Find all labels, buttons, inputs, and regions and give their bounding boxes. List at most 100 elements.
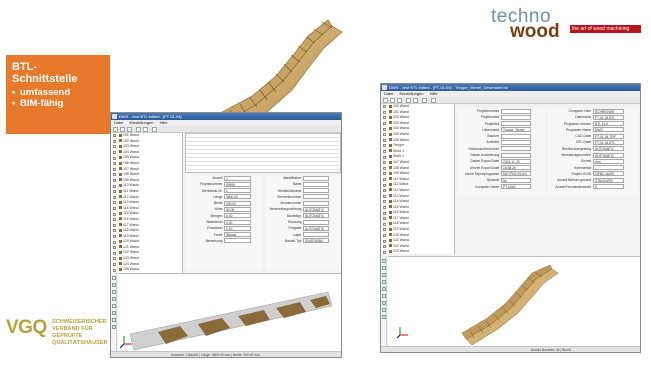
menu-hilfe[interactable]: Hilfe <box>430 91 438 96</box>
menu-datei[interactable]: Datei <box>384 91 393 96</box>
expand-toggle-icon[interactable] <box>113 195 116 199</box>
property-value-field[interactable]: AUTOMATIC <box>593 152 625 158</box>
property-value-field[interactable] <box>224 238 251 244</box>
expand-toggle-icon[interactable] <box>113 268 116 272</box>
expand-toggle-icon[interactable] <box>383 144 386 148</box>
expand-toggle-icon[interactable] <box>113 190 116 194</box>
property-value-field[interactable] <box>501 152 531 158</box>
property-value-field[interactable] <box>303 188 329 194</box>
copy-icon[interactable] <box>413 98 418 103</box>
property-value-field[interactable]: AUTOMATIC <box>303 213 329 219</box>
expand-toggle-icon[interactable] <box>113 184 116 188</box>
expand-toggle-icon[interactable] <box>113 145 116 149</box>
expand-toggle-icon[interactable] <box>383 133 386 137</box>
view-tool-icon[interactable] <box>112 304 116 308</box>
expand-toggle-icon[interactable] <box>383 239 386 243</box>
property-value-field[interactable] <box>593 165 625 171</box>
copy-icon[interactable] <box>143 127 148 132</box>
expand-toggle-icon[interactable] <box>383 250 386 254</box>
expand-toggle-icon[interactable] <box>113 212 116 216</box>
expand-toggle-icon[interactable] <box>383 172 386 176</box>
menu-einstellungen[interactable]: Einstellungen <box>129 120 153 125</box>
settings-icon[interactable] <box>422 98 427 103</box>
property-value-field[interactable] <box>303 181 329 187</box>
property-value-field[interactable]: 0.00 <box>224 225 251 231</box>
property-value-field[interactable]: 0.00 <box>224 213 251 219</box>
view-tool-icon[interactable] <box>112 283 116 287</box>
property-value-field[interactable]: PT-0040 <box>501 184 531 190</box>
property-value-field[interactable]: 1 <box>224 188 251 194</box>
property-value-field[interactable]: 2015-11-30 <box>501 158 531 164</box>
expand-toggle-icon[interactable] <box>113 218 116 222</box>
expand-toggle-icon[interactable] <box>113 167 116 171</box>
expand-toggle-icon[interactable] <box>383 155 386 159</box>
property-value-field[interactable] <box>501 139 531 145</box>
property-value-field[interactable]: 00694 <box>224 181 251 187</box>
view-tool-icon[interactable] <box>382 266 386 270</box>
property-value-field[interactable]: 1 <box>224 175 251 181</box>
property-value-field[interactable] <box>501 114 531 120</box>
expand-toggle-icon[interactable] <box>113 234 116 238</box>
expand-toggle-icon[interactable] <box>383 178 386 182</box>
property-value-field[interactable]: BTL 10.0 <box>593 121 625 127</box>
right-3d-viewport[interactable] <box>388 256 640 346</box>
property-value-field[interactable]: 50.00 <box>224 206 251 212</box>
view-tool-icon[interactable] <box>112 276 116 280</box>
expand-toggle-icon[interactable] <box>113 240 116 244</box>
property-value-field[interactable] <box>501 108 531 114</box>
expand-toggle-icon[interactable] <box>113 173 116 177</box>
property-value-field[interactable]: mm <box>593 158 625 164</box>
expand-toggle-icon[interactable] <box>383 200 386 204</box>
property-value-field[interactable]: STANDARD <box>593 177 625 183</box>
save-icon[interactable] <box>120 127 125 132</box>
property-value-field[interactable]: AUTOMATIC <box>593 146 625 152</box>
print-icon[interactable] <box>397 98 402 103</box>
property-value-field[interactable]: DWS <box>593 127 625 133</box>
property-value-field[interactable]: de <box>501 177 531 183</box>
property-value-field[interactable]: {3FB0-4A2E} <box>593 171 625 177</box>
expand-toggle-icon[interactable] <box>113 223 116 227</box>
expand-toggle-icon[interactable] <box>383 233 386 237</box>
expand-toggle-icon[interactable] <box>113 156 116 160</box>
expand-toggle-icon[interactable] <box>383 222 386 226</box>
property-value-field[interactable]: FT-01-04.BTL <box>593 114 625 120</box>
menu-einstellungen[interactable]: Einstellungen <box>399 91 423 96</box>
expand-toggle-icon[interactable] <box>113 201 116 205</box>
expand-toggle-icon[interactable] <box>383 150 386 154</box>
property-value-field[interactable]: 3600.00 <box>224 194 251 200</box>
expand-toggle-icon[interactable] <box>113 229 116 233</box>
help-icon[interactable] <box>431 98 436 103</box>
expand-toggle-icon[interactable] <box>383 189 386 193</box>
expand-toggle-icon[interactable] <box>383 228 386 232</box>
expand-toggle-icon[interactable] <box>113 179 116 183</box>
expand-toggle-icon[interactable] <box>383 183 386 187</box>
menu-datei[interactable]: Datei <box>114 120 123 125</box>
property-value-field[interactable] <box>303 200 329 206</box>
property-value-field[interactable]: Wange <box>224 232 251 238</box>
view-tool-icon[interactable] <box>112 311 116 315</box>
expand-toggle-icon[interactable] <box>383 194 386 198</box>
expand-toggle-icon[interactable] <box>113 246 116 250</box>
expand-toggle-icon[interactable] <box>113 251 116 255</box>
save-icon[interactable] <box>390 98 395 103</box>
expand-toggle-icon[interactable] <box>383 116 386 120</box>
expand-toggle-icon[interactable] <box>383 110 386 114</box>
expand-toggle-icon[interactable] <box>113 262 116 266</box>
open-file-icon[interactable] <box>383 98 388 103</box>
print-icon[interactable] <box>127 127 132 132</box>
expand-toggle-icon[interactable] <box>383 217 386 221</box>
view-tool-icon[interactable] <box>382 259 386 263</box>
tree-item[interactable]: 123 Wand <box>383 249 454 254</box>
property-value-field[interactable] <box>303 219 329 225</box>
view-tool-icon[interactable] <box>112 297 116 301</box>
property-value-field[interactable]: EINZELBAU <box>303 238 329 244</box>
expand-toggle-icon[interactable] <box>383 211 386 215</box>
expand-toggle-icon[interactable] <box>383 161 386 165</box>
property-value-field[interactable]: 16:38:26 <box>501 165 531 171</box>
property-value-field[interactable] <box>501 133 531 139</box>
property-value-field[interactable] <box>303 194 329 200</box>
property-value-field[interactable]: 300.00 <box>224 200 251 206</box>
property-value-field[interactable]: SCHREINER <box>593 108 625 114</box>
expand-toggle-icon[interactable] <box>383 245 386 249</box>
cut-icon[interactable] <box>406 98 411 103</box>
